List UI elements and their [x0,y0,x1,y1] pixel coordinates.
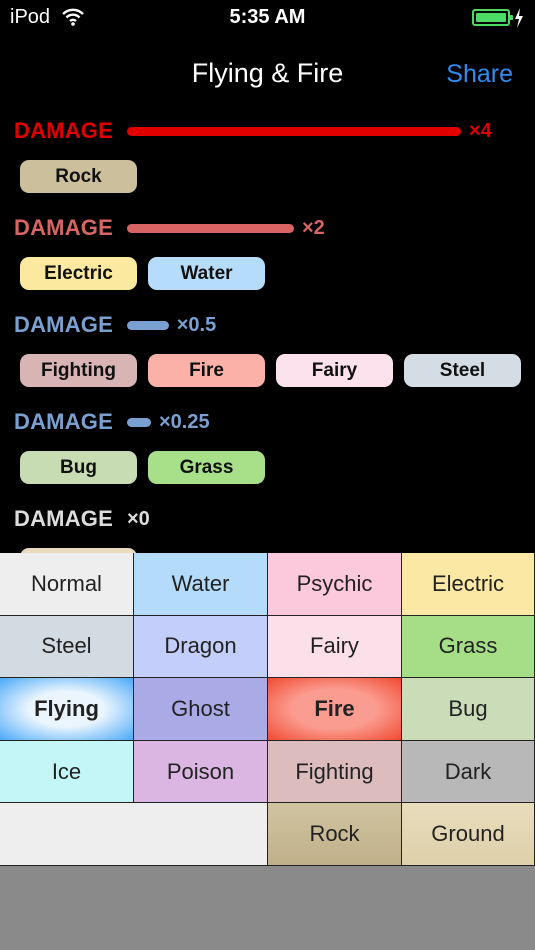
type-button-bug[interactable]: Bug [402,678,535,741]
type-button-grass[interactable]: Grass [402,615,535,679]
type-button-poison[interactable]: Poison [134,740,268,804]
damage-multiplier: ×2 [301,216,325,239]
damage-bar [126,223,294,233]
type-chip-row: Fighting Fire Fairy Steel [20,354,521,387]
type-button-electric[interactable]: Electric [402,553,535,616]
clock: 5:35 AM [229,6,306,28]
damage-header: DAMAGE ×0 [14,506,150,532]
damage-header: DAMAGE ×0.25 [14,409,210,435]
damage-multiplier: ×0.5 [176,313,217,336]
damage-group: DAMAGE ×2 Electric Water [0,207,535,304]
damage-group: DAMAGE ×4 Rock [0,110,535,207]
damage-group: DAMAGE ×0.25 Bug Grass [0,401,535,498]
type-button-psychic[interactable]: Psychic [268,553,402,616]
battery-icon [472,9,513,26]
type-button-ghost[interactable]: Ghost [134,678,268,741]
damage-bar [126,320,169,330]
type-button-water[interactable]: Water [134,553,268,616]
damage-multiplier: ×4 [468,119,492,142]
type-chip-bug: Bug [20,451,137,484]
type-grid-blank [0,803,268,866]
type-button-ground[interactable]: Ground [402,803,535,866]
type-button-dragon[interactable]: Dragon [134,615,268,679]
damage-list[interactable]: DAMAGE ×4 Rock DAMAGE ×2 Electric Water DAMAGE ×… [0,110,535,553]
type-chip-fire: Fire [148,354,265,387]
status-bar: iPod 5:35 AM [0,0,535,36]
damage-label: DAMAGE [14,409,113,434]
type-chip-row: Rock [20,160,137,193]
type-button-normal[interactable]: Normal [0,553,134,616]
damage-multiplier: ×0.25 [158,410,210,433]
type-chip-electric: Electric [20,257,137,290]
damage-label: DAMAGE [14,506,113,531]
type-button-dark[interactable]: Dark [402,740,535,804]
type-button-fire[interactable]: Fire [268,678,402,741]
type-button-fighting[interactable]: Fighting [268,740,402,804]
type-button-ice[interactable]: Ice [0,740,134,804]
type-chip-steel: Steel [404,354,521,387]
type-chip-row: Electric Water [20,257,265,290]
type-chip-row: Bug Grass [20,451,265,484]
type-button-rock[interactable]: Rock [268,803,402,866]
damage-bar [126,417,151,427]
damage-group: DAMAGE×0Ground [0,498,535,553]
damage-label: DAMAGE [14,118,113,143]
damage-header: DAMAGE ×2 [14,215,325,241]
damage-bar [126,126,461,136]
damage-group: DAMAGE ×0.5 Fighting Fire Fairy Steel [0,304,535,401]
damage-label: DAMAGE [14,215,113,240]
damage-multiplier: ×0 [126,507,150,530]
type-chip-fairy: Fairy [276,354,393,387]
damage-header: DAMAGE ×0.5 [14,312,216,338]
type-button-flying[interactable]: Flying [0,678,134,741]
charging-bolt-icon [515,8,523,28]
type-chip-rock: Rock [20,160,137,193]
share-button[interactable]: Share [446,60,513,89]
type-button-steel[interactable]: Steel [0,615,134,679]
type-chip-grass: Grass [148,451,265,484]
type-button-fairy[interactable]: Fairy [268,615,402,679]
damage-header: DAMAGE ×4 [14,118,492,144]
damage-label: DAMAGE [14,312,113,337]
type-chip-water: Water [148,257,265,290]
bottom-filler [0,866,535,950]
type-grid: Normal Water Psychic Electric Steel Dragon Fai… [0,553,535,866]
type-chip-fighting: Fighting [20,354,137,387]
